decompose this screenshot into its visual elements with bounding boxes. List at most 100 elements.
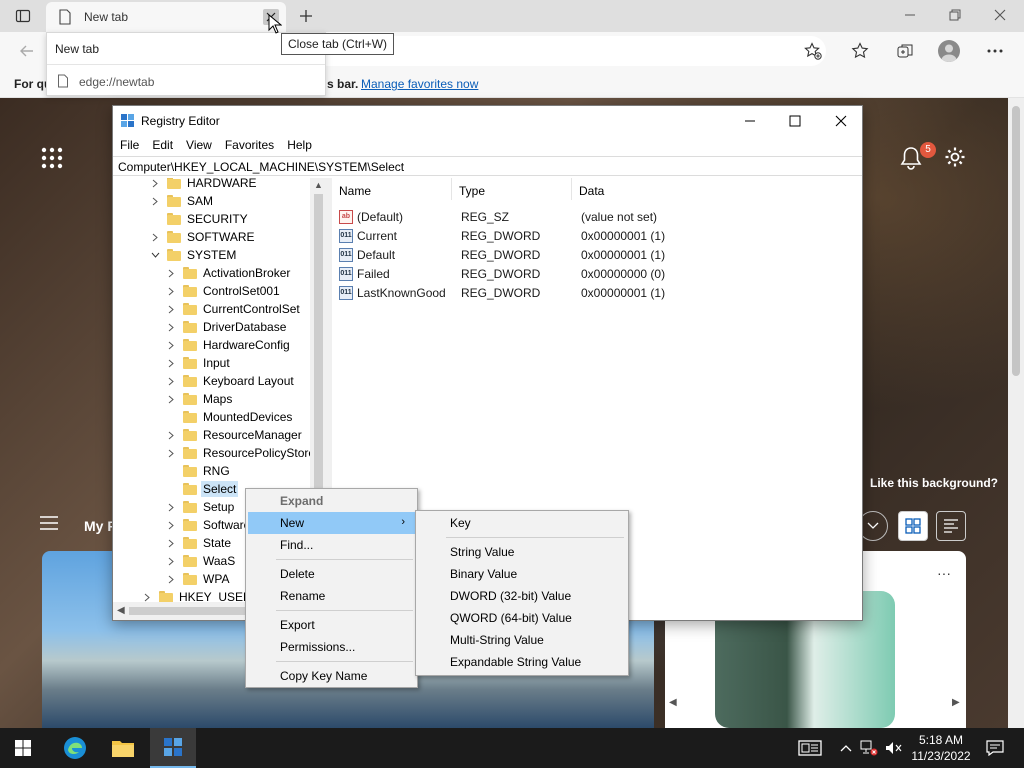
chevron-right-icon[interactable] [165, 264, 177, 282]
collections-button[interactable] [894, 40, 916, 62]
tree-item[interactable]: WaaS [165, 552, 237, 570]
menu-favorites[interactable]: Favorites [218, 136, 280, 156]
tree-item[interactable]: WPA [165, 570, 231, 588]
chevron-right-icon[interactable] [165, 516, 177, 534]
value-row[interactable]: 011 Current REG_DWORD 0x00000001 (1) [332, 226, 862, 245]
carousel-right-icon[interactable]: ▶ [952, 697, 960, 708]
tree-item[interactable]: ResourceManager [165, 426, 304, 444]
value-row[interactable]: ab (Default) REG_SZ (value not set) [332, 207, 862, 226]
carousel-left-icon[interactable]: ◀ [669, 697, 677, 708]
like-background-text[interactable]: Like this background? [870, 476, 998, 490]
menu-view[interactable]: View [179, 136, 218, 156]
apps-grid-icon[interactable] [41, 147, 63, 169]
chevron-right-icon[interactable] [165, 534, 177, 552]
network-button[interactable] [858, 728, 880, 768]
chevron-right-icon[interactable] [165, 372, 177, 390]
new-dword-value[interactable]: DWORD (32-bit) Value [418, 585, 626, 607]
tree-item[interactable]: RNG [165, 462, 232, 480]
news-widget-button[interactable] [790, 728, 830, 768]
value-row[interactable]: 011 Failed REG_DWORD 0x00000000 (0) [332, 264, 862, 283]
profile-avatar[interactable] [938, 40, 960, 62]
context-copy-key-name[interactable]: Copy Key Name [248, 665, 415, 687]
new-multi-string-value[interactable]: Multi-String Value [418, 629, 626, 651]
tree-item[interactable]: ActivationBroker [165, 264, 292, 282]
manage-favorites-link[interactable]: Manage favorites now [361, 77, 478, 91]
new-tab-button[interactable] [294, 4, 318, 28]
page-scrollbar[interactable] [1008, 98, 1024, 728]
chevron-right-icon[interactable] [165, 282, 177, 300]
settings-more-button[interactable] [984, 40, 1006, 62]
chevron-right-icon[interactable] [165, 552, 177, 570]
column-header-data[interactable]: Data [572, 178, 772, 200]
chevron-right-icon[interactable] [165, 390, 177, 408]
clock[interactable]: 5:18 AM 11/23/2022 [906, 732, 976, 764]
tree-item[interactable]: ResourcePolicyStore [165, 444, 317, 462]
tree-item[interactable]: HARDWARE [149, 178, 259, 192]
chevron-right-icon[interactable] [165, 498, 177, 516]
tree-item[interactable]: Keyboard Layout [165, 372, 296, 390]
chevron-right-icon[interactable] [165, 300, 177, 318]
tree-item[interactable]: ControlSet001 [165, 282, 282, 300]
tree-item[interactable]: HKEY_USERS [141, 588, 262, 602]
context-expand[interactable]: Expand [248, 490, 415, 512]
scroll-left-icon[interactable]: ◀ [117, 605, 125, 616]
chevron-right-icon[interactable] [165, 444, 177, 462]
show-hidden-icons-button[interactable] [836, 728, 856, 768]
context-delete[interactable]: Delete [248, 563, 415, 585]
chevron-down-icon[interactable] [149, 246, 161, 264]
tree-item[interactable]: Maps [165, 390, 234, 408]
re-close-button[interactable] [829, 110, 853, 132]
context-permissions[interactable]: Permissions... [248, 636, 415, 658]
chevron-right-icon[interactable] [149, 228, 161, 246]
gear-icon[interactable] [944, 146, 966, 168]
new-expandable-string-value[interactable]: Expandable String Value [418, 651, 626, 673]
chevron-right-icon[interactable] [165, 570, 177, 588]
browser-tab[interactable]: New tab [46, 2, 286, 32]
context-find[interactable]: Find... [248, 534, 415, 556]
taskbar-file-explorer[interactable] [100, 728, 146, 768]
taskbar-registry-editor[interactable] [150, 728, 196, 768]
chevron-right-icon[interactable] [165, 426, 177, 444]
context-new[interactable]: New › [248, 512, 415, 534]
chevron-right-icon[interactable] [149, 178, 161, 192]
new-string-value[interactable]: String Value [418, 541, 626, 563]
tree-hscrollbar-thumb[interactable] [129, 607, 249, 615]
context-export[interactable]: Export [248, 614, 415, 636]
restore-button[interactable] [937, 4, 973, 26]
context-rename[interactable]: Rename [248, 585, 415, 607]
tree-item[interactable]: SYSTEM [149, 246, 238, 264]
notifications-button[interactable] [980, 728, 1010, 768]
chevron-right-icon[interactable] [165, 354, 177, 372]
start-button[interactable] [0, 728, 46, 768]
tree-item[interactable]: MountedDevices [165, 408, 294, 426]
grid-layout-button[interactable] [898, 511, 928, 541]
value-row[interactable]: 011 LastKnownGood REG_DWORD 0x00000001 (1) [332, 283, 862, 302]
more-options-icon[interactable]: ··· [937, 565, 951, 581]
tree-item[interactable]: SECURITY [149, 210, 250, 228]
back-button[interactable] [16, 40, 38, 62]
tree-item[interactable]: DriverDatabase [165, 318, 288, 336]
registry-editor-titlebar[interactable]: Registry Editor [113, 106, 862, 136]
scroll-up-icon[interactable]: ▲ [314, 180, 323, 190]
tree-item[interactable]: SOFTWARE [149, 228, 257, 246]
tree-item[interactable]: State [165, 534, 233, 552]
new-key[interactable]: Key [418, 512, 626, 534]
close-window-button[interactable] [982, 4, 1018, 26]
re-maximize-button[interactable] [783, 110, 807, 132]
minimize-button[interactable] [892, 4, 928, 26]
tree-item[interactable]: Select [165, 480, 239, 498]
value-row[interactable]: 011 Default REG_DWORD 0x00000001 (1) [332, 245, 862, 264]
new-binary-value[interactable]: Binary Value [418, 563, 626, 585]
new-qword-value[interactable]: QWORD (64-bit) Value [418, 607, 626, 629]
tree-item[interactable]: HardwareConfig [165, 336, 292, 354]
tree-item[interactable]: Software [165, 516, 252, 534]
tree-item[interactable]: SAM [149, 192, 215, 210]
re-minimize-button[interactable] [738, 110, 762, 132]
notification-bell-icon[interactable] [900, 146, 922, 170]
tree-scrollbar-thumb[interactable] [314, 194, 323, 516]
column-header-name[interactable]: Name [332, 178, 452, 200]
menu-edit[interactable]: Edit [145, 136, 179, 156]
volume-button[interactable] [882, 728, 904, 768]
chevron-right-icon[interactable] [165, 336, 177, 354]
tree-item[interactable]: Input [165, 354, 232, 372]
